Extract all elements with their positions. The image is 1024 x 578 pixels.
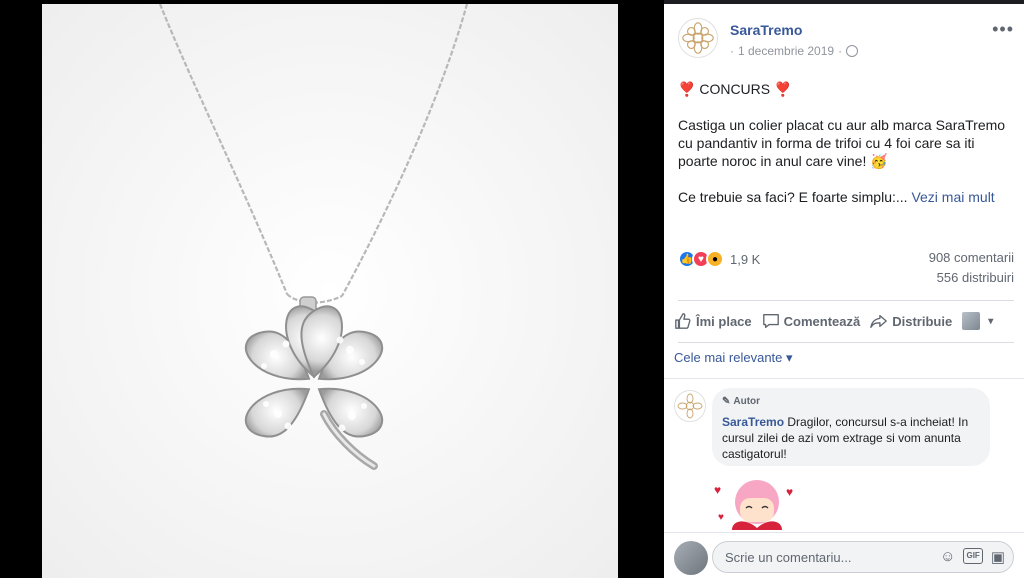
post-date[interactable]: 1 decembrie 2019 bbox=[738, 44, 834, 58]
post-author[interactable]: SaraTremo bbox=[730, 22, 802, 38]
contest-title: CONCURS bbox=[699, 81, 771, 97]
comment-author[interactable]: SaraTremo bbox=[722, 415, 784, 429]
current-user-avatar bbox=[674, 541, 708, 575]
comment-input[interactable] bbox=[713, 542, 913, 572]
post-text: ❣️ CONCURS ❣️ Castiga un colier placat c… bbox=[678, 80, 1014, 224]
divider bbox=[678, 342, 1014, 343]
heart-exclamation-icon: ❣️ bbox=[678, 81, 696, 97]
svg-text:♥: ♥ bbox=[786, 485, 793, 499]
share-arrow-icon bbox=[870, 314, 888, 328]
more-options-button[interactable]: ••• bbox=[992, 20, 1014, 38]
comment-bubble: ✎ Autor SaraTremo Dragilor, concursul s-… bbox=[712, 388, 990, 466]
audience-selector[interactable]: ▾ bbox=[962, 312, 993, 330]
like-button[interactable]: Îmi place bbox=[674, 312, 752, 330]
comment-input-container[interactable]: ☺ GIF ▣ bbox=[712, 541, 1014, 573]
chevron-down-icon: ▾ bbox=[988, 315, 994, 327]
wow-reaction-icon: ● bbox=[706, 250, 724, 268]
svg-text:♥: ♥ bbox=[718, 512, 724, 523]
author-badge: ✎ Autor bbox=[722, 394, 980, 410]
like-label: Îmi place bbox=[696, 313, 752, 329]
post-meta: · 1 decembrie 2019 · bbox=[730, 44, 859, 58]
share-button[interactable]: Distribuie bbox=[870, 312, 952, 330]
post-side-panel: SaraTremo · 1 decembrie 2019 · ••• ❣️ CO… bbox=[664, 4, 1024, 578]
shares-count[interactable]: 556 distribuiri bbox=[937, 270, 1014, 285]
page-avatar[interactable] bbox=[678, 18, 718, 58]
post-stats: 👍 ♥ ● 1,9 K 908 comentarii 556 distribui… bbox=[678, 248, 1014, 288]
comment-item: ✎ Autor SaraTremo Dragilor, concursul s-… bbox=[674, 388, 1014, 530]
comment-avatar[interactable] bbox=[674, 390, 706, 422]
brand-logo-icon bbox=[679, 19, 717, 57]
chevron-down-icon: ▾ bbox=[786, 350, 793, 365]
composer-icons: ☺ GIF ▣ bbox=[940, 548, 1005, 566]
share-label: Distribuie bbox=[892, 313, 953, 329]
emoji-icon[interactable]: ☺ bbox=[940, 548, 955, 566]
thumbs-up-icon bbox=[675, 313, 691, 329]
comment-button[interactable]: Comentează bbox=[762, 312, 861, 330]
necklace-image bbox=[42, 4, 618, 578]
comment-label: Comentează bbox=[783, 313, 861, 329]
post-header: SaraTremo · 1 decembrie 2019 · ••• bbox=[678, 18, 1014, 64]
sticker-icon[interactable]: ▣ bbox=[991, 548, 1005, 566]
author-badge-label: Autor bbox=[733, 396, 761, 407]
reactions-summary[interactable]: 👍 ♥ ● 1,9 K bbox=[678, 250, 760, 268]
post-paragraph-2: Ce trebuie sa faci? E foarte simplu:... … bbox=[678, 188, 1014, 206]
comment-bubble-icon bbox=[762, 314, 779, 328]
heart-girl-sticker-icon: ♥ ♥ ♥ bbox=[714, 480, 793, 530]
user-avatar-icon bbox=[962, 312, 981, 330]
post-photo[interactable] bbox=[42, 4, 618, 578]
heart-exclamation-icon: ❣️ bbox=[774, 81, 792, 97]
comment-sticker: ♥ ♥ ♥ bbox=[712, 468, 802, 530]
svg-text:♥: ♥ bbox=[714, 483, 721, 497]
see-more-link[interactable]: Vezi mai mult bbox=[911, 189, 994, 205]
post-actions: Îmi place Comentează Distribuie ▾ bbox=[674, 306, 1014, 336]
divider bbox=[678, 300, 1014, 301]
post-paragraph-1: Castiga un colier placat cu aur alb marc… bbox=[678, 117, 1006, 169]
brand-logo-icon bbox=[675, 391, 705, 421]
post-paragraph-2-text: Ce trebuie sa faci? E foarte simplu:... bbox=[678, 189, 908, 205]
comment-sort-label: Cele mai relevante bbox=[674, 350, 783, 365]
pencil-icon: ✎ bbox=[722, 396, 731, 407]
contest-heading: ❣️ CONCURS ❣️ bbox=[678, 80, 1014, 98]
photo-viewer bbox=[0, 0, 664, 578]
comment-sort-selector[interactable]: Cele mai relevante ▾ bbox=[674, 350, 1010, 366]
reactions-count[interactable]: 1,9 K bbox=[730, 252, 760, 267]
comments-count[interactable]: 908 comentarii bbox=[929, 250, 1014, 265]
comment-composer: ☺ GIF ▣ bbox=[664, 532, 1024, 578]
divider bbox=[664, 378, 1024, 379]
gif-icon[interactable]: GIF bbox=[963, 548, 983, 564]
globe-icon bbox=[846, 45, 859, 57]
